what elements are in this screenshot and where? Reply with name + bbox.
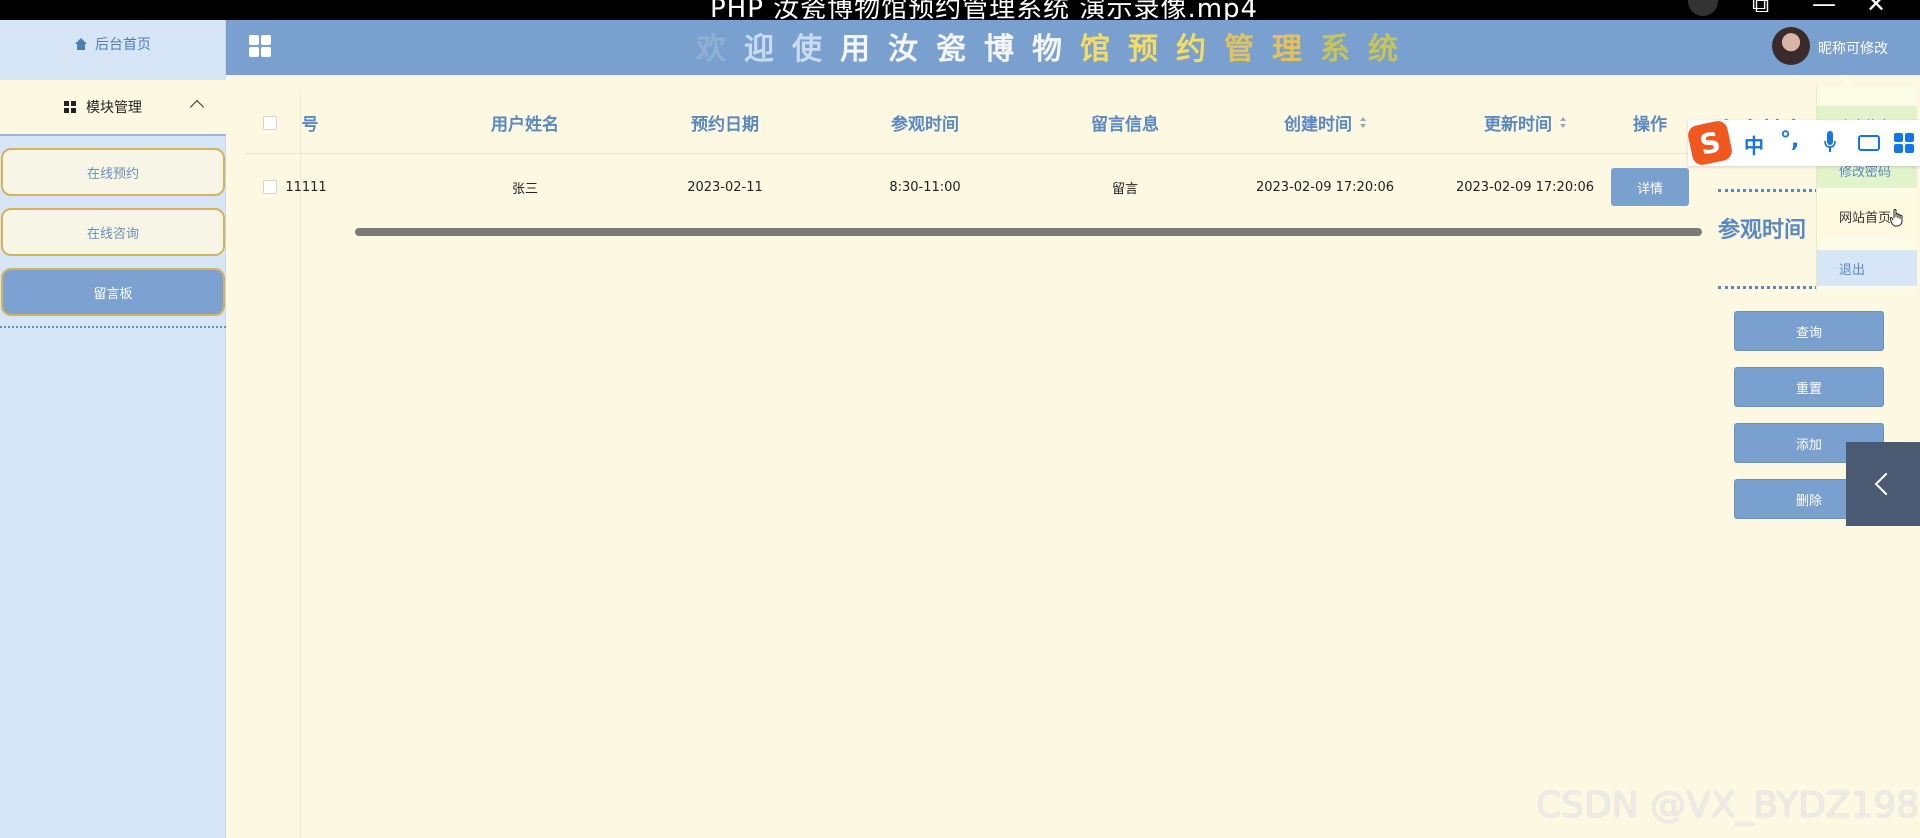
sidebar-item-home[interactable]: 后台首页	[0, 20, 226, 68]
select-all-cell	[245, 92, 295, 153]
grid-icon	[64, 101, 76, 113]
hand-cursor-icon	[1890, 209, 1903, 227]
column-header-updated[interactable]: 更新时间	[1425, 92, 1625, 153]
column-header-id: 号	[301, 115, 319, 135]
user-dropdown-menu: 个人信息 修改密码 网站首页 退出	[1816, 77, 1917, 292]
cell-updated: 2023-02-09 17:20:06	[1455, 179, 1595, 195]
title-char: 用	[840, 32, 888, 67]
chevron-left-icon	[1874, 472, 1898, 496]
sidebar-module-header[interactable]: 模块管理	[0, 80, 226, 136]
title-char: 系	[1320, 32, 1368, 67]
ime-toolbar: S 中 °,	[1686, 119, 1920, 167]
restore-icon[interactable]: ⧉	[1752, 0, 1769, 18]
video-title: PHP 汝瓷博物馆预约管理系统 演示录像.mp4	[710, 0, 1259, 20]
query-button[interactable]: 查询	[1734, 311, 1884, 351]
horizontal-scrollbar[interactable]	[355, 228, 1702, 236]
sidebar-module-label: 模块管理	[86, 100, 142, 116]
cell-created: 2023-02-09 17:20:06	[1255, 179, 1395, 195]
cell-id: 11111	[285, 179, 327, 195]
video-control-circle[interactable]	[1688, 0, 1718, 16]
title-char: 物	[1032, 32, 1080, 67]
detail-button[interactable]: 详情	[1611, 168, 1689, 206]
table-row: 11111 张三 2023-02-11 8:30-11:00 留言 2023-0…	[245, 154, 1705, 220]
ime-mode-toggle[interactable]: 中	[1744, 130, 1764, 159]
title-char: 理	[1272, 32, 1320, 67]
microphone-icon[interactable]	[1824, 131, 1836, 155]
title-char: 迎	[744, 32, 792, 67]
menu-item-logout[interactable]: 退出	[1817, 250, 1917, 286]
column-header-visit-time: 参观时间	[891, 115, 959, 135]
keyboard-icon[interactable]	[1858, 135, 1880, 151]
column-header-updated-label: 更新时间	[1484, 115, 1552, 135]
title-char: 约	[1176, 32, 1224, 67]
cell-action: 详情	[1600, 154, 1700, 220]
ime-apps-icon[interactable]	[1894, 133, 1914, 153]
chevron-up-icon	[189, 99, 205, 115]
column-header-action: 操作	[1633, 115, 1667, 135]
minimize-icon[interactable]: —	[1812, 0, 1836, 18]
sort-icon[interactable]	[1360, 116, 1366, 129]
title-char: 欢	[696, 32, 744, 67]
dropdown-caret	[1839, 77, 1855, 93]
title-char: 馆	[1080, 32, 1128, 67]
sort-icon[interactable]	[1560, 116, 1566, 129]
sidebar-item-online-consult[interactable]: 在线咨询	[1, 208, 225, 256]
column-header-created-label: 创建时间	[1284, 115, 1352, 135]
cell-message: 留言	[1111, 181, 1138, 197]
row-checkbox[interactable]	[263, 180, 277, 194]
title-char: 瓷	[936, 32, 984, 67]
user-nickname[interactable]: 昵称可修改	[1818, 38, 1888, 58]
title-char: 博	[984, 32, 1032, 67]
cell-date: 2023-02-11	[687, 179, 763, 195]
sidebar-divider	[0, 326, 226, 328]
title-char: 统	[1368, 32, 1416, 67]
search-field-underline[interactable]	[1718, 286, 1818, 289]
search-field-underline[interactable]	[1718, 189, 1818, 192]
title-char: 管	[1224, 32, 1272, 67]
column-header-username: 用户姓名	[491, 115, 559, 135]
data-table: 号 用户姓名 预约日期 参观时间 留言信息 创建时间 更新时间 操作 11111…	[245, 92, 1705, 242]
video-title-bar: PHP 汝瓷博物馆预约管理系统 演示录像.mp4 ⧉ — ✕	[0, 0, 1920, 20]
collapse-panel-button[interactable]	[1846, 442, 1920, 526]
close-icon[interactable]: ✕	[1866, 0, 1886, 18]
cell-username: 张三	[511, 181, 538, 197]
sidebar: 后台首页 模块管理 在线预约 在线咨询 留言板	[0, 20, 226, 838]
sidebar-item-message-board[interactable]: 留言板	[1, 268, 225, 316]
sidebar-item-online-booking[interactable]: 在线预约	[1, 148, 225, 196]
watermark: CSDN @VX_BYDZ1988	[1536, 785, 1920, 826]
site-title: 欢迎使用汝瓷博物馆预约管理系统	[696, 24, 1416, 68]
title-char: 汝	[888, 32, 936, 67]
top-header: 欢迎使用汝瓷博物馆预约管理系统 昵称可修改	[226, 20, 1920, 75]
table-header-row: 号 用户姓名 预约日期 参观时间 留言信息 创建时间 更新时间 操作	[245, 92, 1705, 154]
column-header-message: 留言信息	[1091, 115, 1159, 135]
title-char: 预	[1128, 32, 1176, 67]
sidebar-item-label: 后台首页	[95, 37, 151, 53]
ime-logo-letter: S	[1686, 119, 1734, 167]
search-label-visit-time: 参观时间	[1718, 218, 1807, 243]
home-icon	[75, 38, 87, 50]
ime-punctuation-toggle[interactable]: °,	[1780, 128, 1799, 153]
column-header-date: 预约日期	[691, 115, 759, 135]
select-all-checkbox[interactable]	[263, 115, 277, 130]
column-header-created[interactable]: 创建时间	[1225, 92, 1425, 153]
reset-button[interactable]: 重置	[1734, 367, 1884, 407]
avatar[interactable]	[1772, 27, 1810, 65]
title-char: 使	[792, 32, 840, 67]
ime-logo-icon[interactable]: S	[1686, 119, 1734, 167]
cell-visit-time: 8:30-11:00	[889, 179, 961, 195]
apps-icon[interactable]	[249, 35, 271, 57]
